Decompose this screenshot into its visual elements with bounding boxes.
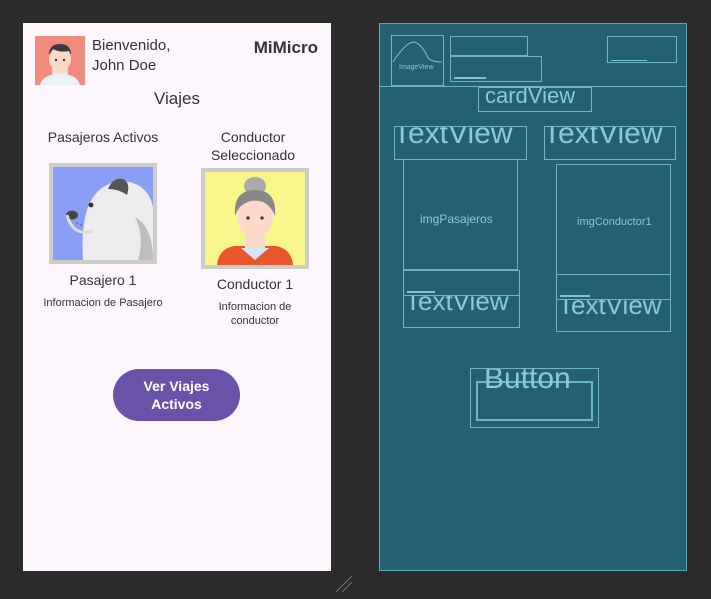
- blueprint-view: ImageView cardView TextView TextView img…: [379, 23, 687, 571]
- driver-name: Conductor 1: [216, 276, 294, 292]
- bp-card-view-label: cardView: [485, 87, 576, 108]
- driver-info: Informacion de conductor: [218, 301, 292, 327]
- brand-title: MiMicro: [253, 38, 318, 57]
- bp-baseline: [560, 295, 590, 297]
- bp-brand-box[interactable]: [607, 36, 677, 63]
- passenger-image[interactable]: [49, 163, 157, 264]
- bp-textview-passenger-info[interactable]: TextView: [403, 295, 520, 328]
- welcome-text: Bienvenido, John Doe: [92, 36, 170, 76]
- passengers-title: Pasajeros Activos: [47, 129, 159, 145]
- driver-title: Conductor Seleccionado: [210, 129, 296, 163]
- bp-textview-passenger-name[interactable]: [403, 270, 520, 296]
- bp-baseline: [407, 291, 435, 293]
- bp-textview-passengers-title[interactable]: TextView: [394, 126, 527, 160]
- bp-image-view[interactable]: ImageView: [391, 35, 444, 86]
- bp-baseline: [611, 60, 647, 61]
- resize-handle-icon[interactable]: [334, 574, 354, 594]
- bp-img-passengers-label: imgPasajeros: [420, 212, 493, 226]
- bp-textview-driver-name[interactable]: [556, 274, 671, 300]
- bp-img-driver[interactable]: imgConductor1: [556, 164, 671, 275]
- bp-baseline: [454, 77, 486, 79]
- user-avatar-icon: [35, 36, 85, 85]
- design-preview: Bienvenido, John Doe MiMicro Viajes Pasa…: [23, 23, 331, 571]
- section-title: Viajes: [154, 89, 200, 108]
- image-placeholder-icon: [392, 41, 443, 63]
- bp-name-box[interactable]: [450, 56, 542, 82]
- passenger-name: Pasajero 1: [69, 272, 137, 288]
- welcome-line: Bienvenido,: [92, 37, 171, 54]
- driver-image[interactable]: [201, 168, 309, 269]
- user-avatar[interactable]: [35, 36, 85, 85]
- user-name: John Doe: [92, 57, 157, 74]
- dog-icon: [53, 167, 153, 260]
- bp-card-view[interactable]: cardView: [478, 87, 592, 112]
- bp-welcome-box[interactable]: [450, 36, 528, 56]
- bp-textview-driver-info[interactable]: TextView: [556, 299, 671, 332]
- bp-textview-label: TextView: [405, 295, 509, 316]
- bp-img-passengers[interactable]: imgPasajeros: [403, 159, 518, 270]
- bp-button-label: Button: [484, 368, 571, 395]
- bp-image-view-label: ImageView: [399, 64, 434, 71]
- bp-button[interactable]: Button: [470, 368, 599, 428]
- view-active-trips-button[interactable]: Ver Viajes Activos: [113, 369, 240, 421]
- bp-textview-label: TextView: [558, 299, 662, 320]
- bp-img-driver-label: imgConductor1: [577, 216, 652, 228]
- passenger-info: Informacion de Pasajero: [43, 297, 163, 309]
- bp-textview-label: TextView: [394, 126, 513, 150]
- grandmother-icon: [205, 172, 305, 265]
- bp-textview-label: TextView: [544, 126, 663, 150]
- bp-textview-driver-title[interactable]: TextView: [544, 126, 676, 160]
